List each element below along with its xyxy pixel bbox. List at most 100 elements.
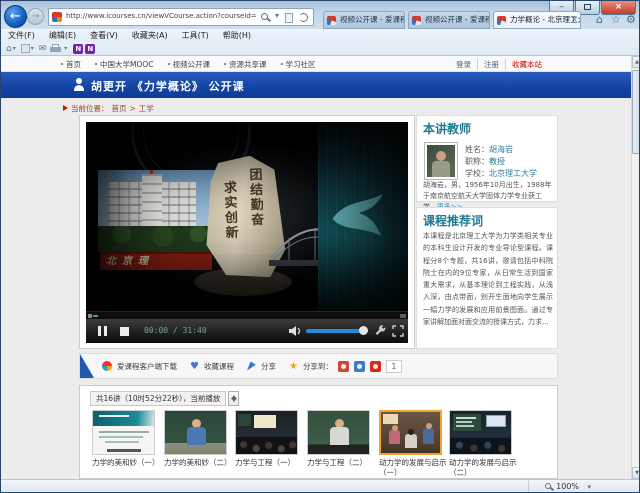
address-bar[interactable]: http://www.icourses.cn/viewVCourse.actio… — [48, 8, 314, 26]
settings-gear-icon[interactable]: ⚙ — [626, 14, 636, 26]
site-nav-bar: 首页 中国大学MOOC 视频公开课 资源共享课 学习社区 登录 注册 收藏本站 — [1, 56, 632, 72]
menu-view[interactable]: 查看(V) — [83, 30, 125, 41]
volume-slider[interactable] — [306, 329, 362, 333]
video-box: 北京理 团结勤奋 求实创新 — [79, 115, 415, 349]
client-download-link[interactable]: 爱课程客户端下载 — [117, 361, 177, 372]
lecture-title-5[interactable]: 动力学的发展与启示（一） — [379, 458, 453, 477]
nav-mooc[interactable]: 中国大学MOOC — [95, 59, 154, 70]
spinner-down-icon[interactable] — [231, 398, 237, 402]
browser-tab-active[interactable]: 力学概论 - 北京理工大... × — [493, 11, 581, 29]
login-link[interactable]: 登录 — [450, 59, 477, 70]
corner-triangle-icon — [80, 354, 94, 378]
lecture-title-2[interactable]: 力学的美和妙（二） — [164, 458, 238, 468]
share-icon — [247, 362, 256, 371]
menu-tools[interactable]: 工具(T) — [175, 30, 216, 41]
share-link[interactable]: 分享 — [261, 361, 276, 372]
search-icon[interactable] — [261, 13, 268, 20]
menu-edit[interactable]: 编辑(E) — [42, 30, 83, 41]
seek-bar[interactable] — [86, 311, 408, 319]
mail-icon[interactable]: ✉ — [39, 43, 47, 55]
lecture-thumb-4[interactable] — [307, 410, 370, 455]
lecture-title-4[interactable]: 力学与工程（二） — [307, 458, 381, 468]
chevron-down-icon[interactable]: ▾ — [13, 45, 16, 52]
tab-label: 视频公开课 - 爱课程 — [425, 15, 490, 24]
status-bar: 100% ▾ — [1, 479, 640, 493]
player-controls: 00:00 / 31:40 — [86, 319, 408, 343]
home-page-icon[interactable]: ⌂ — [6, 43, 12, 55]
tab-favicon-icon — [327, 16, 336, 25]
lecture-thumb-3[interactable] — [235, 410, 298, 455]
chevron-down-icon[interactable]: ▾ — [64, 45, 67, 52]
bullet-icon — [281, 63, 283, 65]
teacher-panel: 本讲教师 姓名：胡海岩 职称：教授 学校：北京理工大学 胡海岩，男，1956年1… — [416, 115, 558, 202]
home-icon[interactable]: ⌂ — [596, 14, 603, 26]
favorites-icon[interactable]: ☆ — [611, 14, 621, 26]
register-link[interactable]: 注册 — [477, 59, 505, 70]
lecture-thumb-5-current[interactable] — [379, 410, 442, 455]
back-button[interactable]: ← — [4, 5, 27, 28]
breadcrumb-label: 当前位置： — [71, 103, 109, 114]
chevron-down-icon[interactable]: ▾ — [31, 45, 34, 52]
url-text[interactable]: http://www.icourses.cn/viewVCourse.actio… — [66, 12, 256, 24]
renren-icon[interactable] — [370, 361, 381, 372]
qzone-icon[interactable] — [354, 361, 365, 372]
forward-button[interactable]: → — [27, 8, 44, 25]
teacher-panel-heading: 本讲教师 — [423, 120, 551, 137]
onenote-icon[interactable]: N — [73, 44, 83, 54]
compatibility-view-icon[interactable] — [285, 13, 293, 23]
weibo-icon[interactable] — [338, 361, 349, 372]
nav-open-video[interactable]: 视频公开课 — [168, 59, 211, 70]
favorite-course-link[interactable]: 收藏课程 — [204, 361, 234, 372]
breadcrumb: 当前位置： 首页 > 工学 — [63, 102, 157, 114]
stop-button[interactable] — [120, 327, 129, 336]
teacher-name-link[interactable]: 胡海岩 — [489, 145, 513, 154]
bullet-icon — [95, 63, 97, 65]
favorite-site-link[interactable]: 收藏本站 — [505, 59, 548, 70]
video-frame[interactable]: 北京理 团结勤奋 求实创新 — [86, 122, 408, 311]
playlist-sort-spinner[interactable] — [228, 391, 239, 406]
zoom-dropdown-icon[interactable]: ▾ — [587, 483, 591, 491]
browser-window: – × ← → http://www.icourses.cn/viewVCour… — [0, 0, 640, 493]
menu-help[interactable]: 帮助(H) — [216, 30, 258, 41]
nav-community[interactable]: 学习社区 — [281, 59, 316, 70]
pause-button[interactable] — [98, 326, 101, 336]
lecture-thumb-2[interactable] — [164, 410, 227, 455]
lecture-playlist: 共16讲（10时52分22秒），当前播放 力学的美和妙（一） 力学的美和妙（二） — [79, 385, 558, 479]
scroll-up-button[interactable]: ▲ — [632, 56, 640, 68]
scroll-down-button[interactable]: ▼ — [632, 467, 640, 479]
menu-file[interactable]: 文件(F) — [1, 30, 42, 41]
pause-button[interactable] — [104, 326, 107, 336]
client-app-icon — [102, 361, 112, 371]
lecture-title-3[interactable]: 力学与工程（一） — [235, 458, 309, 468]
scrollbar-thumb[interactable] — [632, 70, 640, 154]
star-icon: ★ — [289, 361, 298, 372]
menu-favorites[interactable]: 收藏夹(A) — [125, 30, 175, 41]
nav-home[interactable]: 首页 — [61, 59, 81, 70]
course-banner: 胡更开 《力学概论》 公开课 — [1, 72, 632, 98]
lecture-thumb-1[interactable] — [92, 410, 155, 455]
seek-marker — [400, 314, 406, 318]
teacher-school-link[interactable]: 北京理工大学 — [489, 169, 537, 178]
refresh-icon[interactable] — [299, 13, 308, 22]
print-icon[interactable] — [50, 44, 61, 53]
page-scrollbar[interactable]: ▲ ▼ — [631, 56, 640, 479]
volume-icon[interactable] — [288, 325, 302, 337]
feed-icon[interactable] — [21, 44, 30, 53]
fullscreen-icon[interactable] — [392, 325, 404, 337]
tab-close-icon[interactable]: × — [570, 12, 578, 28]
nav-shared-resources[interactable]: 资源共享课 — [224, 59, 267, 70]
url-dropdown-icon[interactable]: ▾ — [275, 11, 279, 20]
lecture-title-1[interactable]: 力学的美和妙（一） — [92, 458, 166, 468]
volume-knob[interactable] — [359, 326, 368, 335]
breadcrumb-home-link[interactable]: 首页 — [112, 103, 127, 114]
browser-tab-2[interactable]: 视频公开课 - 爱课程 — [408, 11, 490, 29]
zoom-level[interactable]: 100% — [556, 482, 579, 491]
teacher-name-row: 姓名：胡海岩 — [465, 144, 513, 155]
browser-tab-1[interactable]: 视频公开课 - 爱课程 — [323, 11, 405, 29]
breadcrumb-category-link[interactable]: 工学 — [139, 103, 154, 114]
settings-wrench-icon[interactable] — [374, 325, 386, 337]
lecture-thumb-6[interactable] — [449, 410, 512, 455]
lecture-title-6[interactable]: 动力学的发展与启示（二） — [449, 458, 523, 477]
video-player: 北京理 团结勤奋 求实创新 — [86, 122, 408, 343]
onenote-linked-icon[interactable]: N — [85, 44, 95, 54]
